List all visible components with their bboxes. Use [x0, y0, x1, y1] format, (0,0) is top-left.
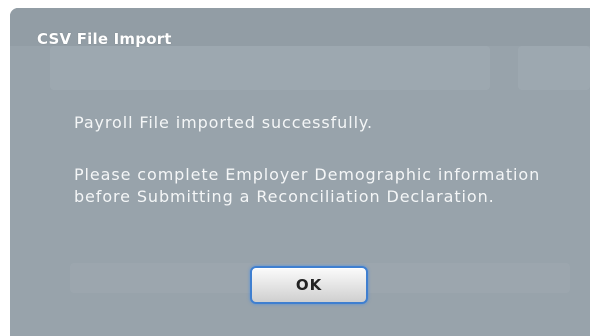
csv-import-dialog: CSV File Import Payroll File imported su… — [10, 8, 590, 336]
background-shadow-panel-right — [518, 46, 590, 90]
instruction-message: Please complete Employer Demographic inf… — [74, 165, 541, 206]
success-message: Payroll File imported successfully. — [74, 113, 373, 132]
dialog-title: CSV File Import — [37, 30, 172, 48]
background-shadow-panel — [50, 46, 490, 90]
ok-button[interactable]: OK — [250, 266, 368, 304]
